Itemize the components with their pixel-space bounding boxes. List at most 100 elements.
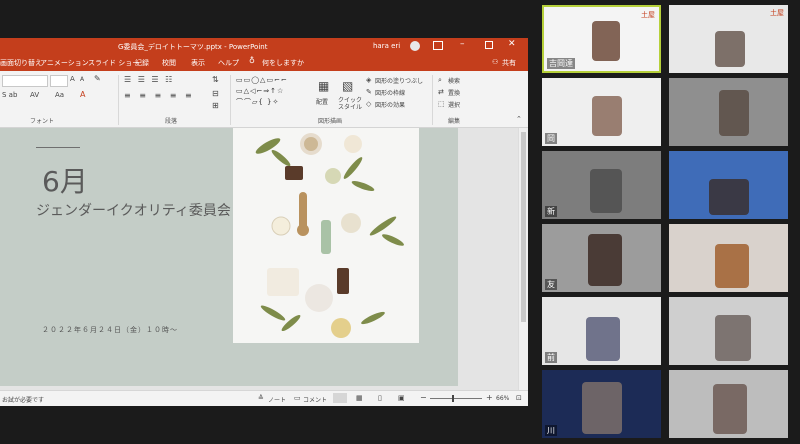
fit-slide-icon[interactable]: ⊡ [516, 394, 522, 402]
participant-video [592, 96, 622, 136]
font-color-icon[interactable]: A [80, 90, 85, 99]
ribbon-display-icon[interactable] [433, 41, 443, 50]
shrink-font-icon[interactable]: A [80, 76, 84, 83]
tab-animations[interactable]: アニメーション [40, 58, 89, 68]
scrollbar-thumb[interactable] [521, 132, 526, 322]
participant-name: 川 [545, 425, 557, 436]
company-logo: 土屋 [770, 9, 784, 17]
participant-name: 前 [545, 352, 557, 363]
font-name-box[interactable] [2, 75, 48, 87]
slide-committee-title: ジェンダーイクオリティ委員会 [36, 203, 231, 219]
replace-button[interactable]: 置換 [448, 88, 460, 97]
slide-datetime: ２０２２年６月２４日（金）１０時～ [42, 326, 178, 334]
strikethrough-icon[interactable]: S ab [2, 91, 17, 99]
share-icon: ⚇ [492, 58, 499, 66]
participant-video [715, 244, 749, 288]
zoom-level[interactable]: 66% [496, 395, 509, 402]
participant-video [715, 31, 745, 67]
participant-tile[interactable]: 土屋 吉岡達 [542, 5, 661, 73]
slideshow-view-icon[interactable]: ▣ [398, 394, 405, 402]
find-button[interactable]: 検索 [448, 76, 460, 85]
sorter-view-icon[interactable]: ▦ [356, 394, 363, 402]
select-icon: ⬚ [438, 100, 445, 108]
close-icon[interactable]: ✕ [508, 39, 516, 49]
tab-view[interactable]: 表示 [191, 58, 205, 68]
maximize-icon[interactable] [485, 41, 493, 49]
participant-video [713, 384, 747, 434]
quick-styles-button[interactable]: クイック スタイル [338, 97, 366, 111]
menu-bar: 画面切り替え アニメーション スライド ショー 記録 校閲 表示 ヘルプ ♁ 何… [0, 54, 528, 71]
shape-outline-button[interactable]: 図形の枠線 [375, 88, 405, 97]
user-name: hara eri [373, 42, 401, 50]
participant-tile[interactable] [669, 297, 788, 365]
arrange-button[interactable]: 配置 [316, 97, 328, 106]
divider [230, 75, 231, 125]
notes-button[interactable]: ノート [268, 395, 286, 404]
tell-me-search[interactable]: 何をしますか [262, 58, 304, 68]
tab-transitions[interactable]: 画面切り替え [0, 58, 42, 68]
shape-fill-button[interactable]: 図形の塗りつぶし [375, 76, 423, 85]
divider [118, 75, 119, 125]
participant-video [715, 315, 751, 361]
arrange-icon[interactable]: ▦ [318, 79, 329, 93]
comments-button[interactable]: コメント [303, 395, 327, 404]
participant-tile[interactable]: 岡 [542, 78, 661, 146]
botanical-illustration [255, 133, 404, 338]
tab-record[interactable]: 記録 [135, 58, 149, 68]
participant-name: 吉岡達 [547, 58, 575, 69]
change-case-icon[interactable]: Aa [55, 91, 64, 99]
quick-styles-icon[interactable]: ▧ [342, 79, 353, 93]
fill-icon: ◈ [366, 76, 372, 84]
group-label-editing: 編集 [448, 118, 461, 125]
clear-format-icon[interactable]: ✎ [94, 74, 101, 83]
participant-tile[interactable] [669, 370, 788, 438]
reading-view-icon[interactable]: ▯ [378, 394, 382, 402]
participant-tile[interactable] [669, 78, 788, 146]
botanical-photo[interactable] [233, 128, 419, 343]
participant-name: 新 [545, 206, 557, 217]
participant-tile[interactable]: 前 [542, 297, 661, 365]
font-size-box[interactable] [50, 75, 68, 87]
tab-review[interactable]: 校閲 [162, 58, 176, 68]
participant-video [586, 317, 620, 361]
status-text: お試が必要です [2, 397, 45, 404]
smartart-icon[interactable]: ⊞ [212, 101, 219, 110]
shape-effects-button[interactable]: 図形の効果 [375, 100, 405, 109]
slide-canvas[interactable]: 6月 ジェンダーイクオリティ委員会 ２０２２年６月２４日（金）１０時～ [0, 128, 458, 386]
participant-tile[interactable]: 友 [542, 224, 661, 292]
participant-tile[interactable]: 新 [542, 151, 661, 219]
participant-tile[interactable] [669, 151, 788, 219]
grow-font-icon[interactable]: A [70, 75, 75, 83]
align-text-icon[interactable]: ⊟ [212, 89, 219, 98]
participant-video [719, 90, 749, 136]
replace-icon: ⇄ [438, 88, 444, 96]
participant-video [709, 179, 749, 215]
status-bar: お試が必要です ≙ ノート ▭ コメント ▦ ▯ ▣ − + 66% ⊡ [0, 390, 528, 406]
normal-view-icon[interactable] [333, 393, 347, 403]
share-button[interactable]: 共有 [502, 58, 516, 68]
participant-tile[interactable]: 川 [542, 370, 661, 438]
spacing-icon[interactable]: AV [30, 91, 39, 99]
slide-month: 6月 [42, 165, 88, 198]
zoom-in-icon[interactable]: + [486, 393, 493, 402]
collapse-ribbon-icon[interactable]: ⌃ [516, 115, 522, 123]
title-bar: G委員会_デロイトトーマツ.pptx - PowerPoint hara eri… [0, 38, 528, 54]
tab-help[interactable]: ヘルプ [218, 58, 239, 68]
zoom-slider[interactable] [430, 398, 482, 399]
avatar[interactable] [410, 41, 420, 51]
text-direction-icon[interactable]: ⇅ [212, 75, 219, 84]
vertical-scrollbar[interactable] [518, 128, 528, 390]
participant-tile[interactable] [669, 224, 788, 292]
zoom-out-icon[interactable]: − [420, 393, 427, 402]
align-icons[interactable]: ≡ ≡ ≡ ≡ ≡ [124, 91, 195, 100]
participant-tile[interactable]: 土屋 [669, 5, 788, 73]
zoom-slider-thumb[interactable] [452, 395, 454, 402]
list-icons[interactable]: ☰ ☰ ☰ ☷ [124, 75, 174, 84]
shapes-gallery[interactable]: ▭▭◯△▭⌐⌐ ▭△◁⌐⇒↑☆ ⌒⌒▱{ }✧ [236, 75, 306, 111]
window-title: G委員会_デロイトトーマツ.pptx - PowerPoint [118, 43, 268, 51]
minimize-icon[interactable]: – [460, 39, 465, 49]
effects-icon: ◇ [366, 100, 372, 108]
select-button[interactable]: 選択 [448, 100, 460, 109]
ribbon: A A ✎ S ab AV Aa A フォント ☰ ☰ ☰ ☷ ≡ ≡ ≡ ≡ … [0, 71, 528, 128]
tab-slideshow[interactable]: スライド ショー [88, 58, 139, 68]
